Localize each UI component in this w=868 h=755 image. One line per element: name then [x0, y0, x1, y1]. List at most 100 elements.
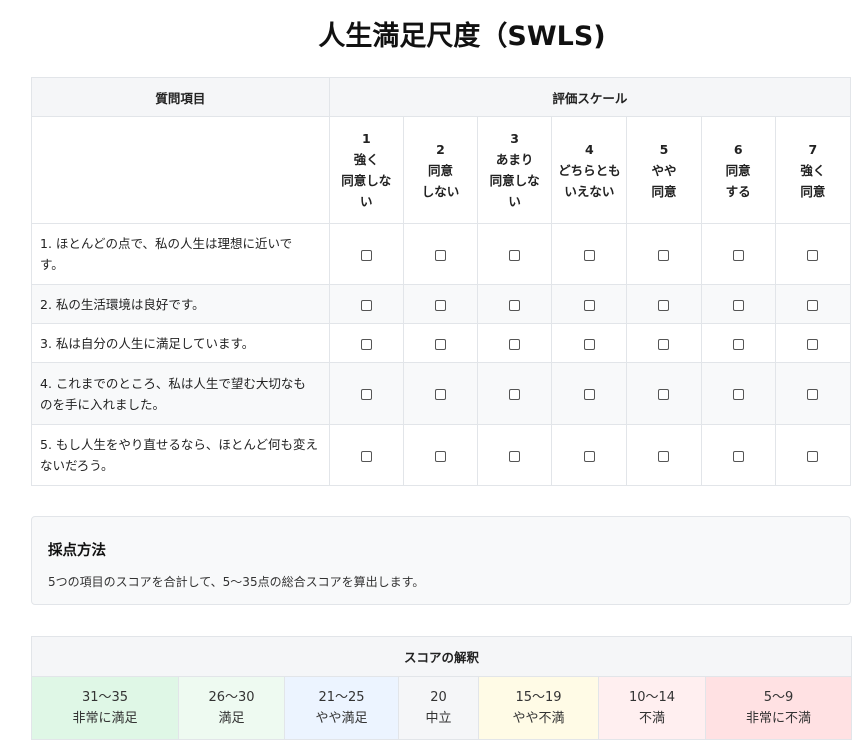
question-text: 2. 私の生活環境は良好です。 — [31, 284, 330, 324]
checkbox-empty-icon[interactable] — [509, 450, 521, 462]
checkbox-empty-icon[interactable] — [360, 389, 372, 400]
checkbox-empty-icon[interactable] — [509, 249, 521, 261]
header-question-items: 質問項目 — [31, 77, 330, 117]
checkbox-empty-icon[interactable] — [509, 299, 521, 311]
checkbox-empty-icon[interactable] — [732, 389, 744, 400]
checkbox-empty-icon[interactable] — [807, 299, 819, 311]
checkbox-empty-icon[interactable] — [360, 450, 372, 462]
score-label: 満足 — [218, 711, 245, 726]
scoring-section: 採点方法 5つの項目のスコアを合計して、5〜35点の総合スコアを算出します。 — [31, 516, 851, 605]
checkbox-empty-icon[interactable] — [658, 389, 670, 400]
checkbox-empty-icon[interactable] — [807, 249, 819, 261]
rating-cell — [328, 223, 404, 285]
checkbox-empty-icon[interactable] — [434, 338, 446, 350]
scale-number: 6 — [733, 141, 743, 157]
rating-cell — [700, 223, 776, 285]
rating-cell — [626, 323, 702, 363]
rating-cell — [700, 323, 776, 363]
checkbox-empty-icon[interactable] — [583, 389, 595, 400]
checkbox-empty-icon[interactable] — [732, 338, 744, 350]
checkbox-empty-icon[interactable] — [658, 338, 670, 350]
interpretation-range-7: 5〜9 非常に不満 — [705, 676, 852, 740]
scale-option-2: 2 同意 しない — [402, 116, 479, 224]
checkbox-empty-icon[interactable] — [658, 249, 670, 261]
checkbox-empty-icon[interactable] — [583, 299, 595, 311]
scale-option-5: 5 やや 同意 — [626, 116, 702, 224]
scale-label-line: やや — [651, 162, 677, 178]
header-rating-scale: 評価スケール — [328, 77, 852, 117]
question-text-line: 4. これまでのところ、私は人生で望む大切なも — [40, 375, 306, 391]
checkbox-empty-icon[interactable] — [583, 450, 595, 462]
rating-cell — [402, 424, 479, 486]
page-title: 人生満足尺度（SWLS) — [318, 21, 606, 52]
checkbox-empty-icon[interactable] — [583, 249, 595, 261]
checkbox-empty-icon[interactable] — [434, 299, 446, 311]
rating-cell — [477, 323, 553, 363]
rating-cell — [774, 424, 852, 486]
scale-label-line: 同意 — [427, 162, 453, 178]
checkbox-empty-icon[interactable] — [360, 299, 372, 311]
score-range: 26〜30 — [208, 690, 255, 705]
checkbox-empty-icon[interactable] — [434, 450, 446, 462]
interpretation-range-5: 15〜19 やや不満 — [478, 676, 599, 740]
scale-label-line: 同意しな — [489, 173, 540, 188]
checkbox-empty-icon[interactable] — [434, 249, 446, 261]
checkbox-empty-icon[interactable] — [807, 450, 819, 462]
checkbox-empty-icon[interactable] — [509, 389, 521, 400]
rating-cell — [551, 284, 628, 324]
checkbox-empty-icon[interactable] — [732, 249, 744, 261]
checkbox-empty-icon[interactable] — [807, 338, 819, 350]
rating-cell — [477, 223, 553, 285]
scale-blank-cell — [31, 116, 330, 224]
question-text-line: 5. もし人生をやり直せるなら、ほとんど何も変え — [40, 437, 319, 452]
scale-option-4: 4 どちらとも いえない — [551, 116, 628, 224]
interpretation-range-1: 31〜35 非常に満足 — [31, 676, 179, 740]
checkbox-empty-icon[interactable] — [658, 450, 670, 462]
checkbox-empty-icon[interactable] — [509, 338, 521, 350]
rating-cell — [402, 323, 479, 363]
checkbox-empty-icon[interactable] — [732, 299, 744, 311]
scale-option-1: 1 強く 同意しない — [328, 116, 404, 224]
question-text: 1. ほとんどの点で、私の人生は理想に近いで す。 — [31, 223, 330, 285]
scale-label-line: 同意 — [800, 183, 826, 199]
checkbox-empty-icon[interactable] — [583, 338, 595, 350]
question-row-5: 5. もし人生をやり直せるなら、ほとんど何も変え ないだろう。 — [31, 424, 852, 486]
scale-label-line: どちらとも — [558, 162, 621, 178]
checkbox-empty-icon[interactable] — [434, 389, 446, 400]
scale-label-line: い — [360, 194, 373, 209]
rating-cell — [551, 362, 628, 425]
score-range: 21〜25 — [318, 690, 365, 705]
checkbox-empty-icon[interactable] — [360, 338, 372, 350]
checkbox-empty-icon[interactable] — [360, 249, 372, 261]
survey-table: 質問項目 評価スケール 1 強く 同意しない 2 同意 しない 3 あまり 同意しない 4 どちらと… — [31, 77, 852, 486]
rating-cell — [626, 284, 702, 324]
scale-label-line: 強く — [800, 162, 826, 178]
rating-cell — [551, 424, 628, 486]
checkbox-empty-icon[interactable] — [658, 299, 670, 311]
score-label: 非常に満足 — [72, 711, 138, 726]
scale-number: 1 — [361, 131, 371, 146]
checkbox-empty-icon[interactable] — [807, 389, 819, 400]
question-text-line: のを手に入れました。 — [40, 396, 166, 412]
score-label: 不満 — [638, 711, 665, 726]
rating-cell — [402, 223, 479, 285]
interpretation-range-4: 20 中立 — [398, 676, 479, 740]
rating-cell — [328, 284, 404, 324]
rating-cell — [551, 223, 628, 285]
rating-cell — [477, 424, 553, 486]
rating-cell — [774, 362, 852, 425]
scale-number: 5 — [659, 141, 669, 157]
interpretation-table: スコアの解釈 31〜35 非常に満足 26〜30 満足 21〜25 やや満足 20 中立 15〜… — [31, 636, 852, 740]
checkbox-empty-icon[interactable] — [732, 450, 744, 462]
interpretation-title: スコアの解釈 — [31, 636, 852, 677]
interpretation-range-6: 10〜14 不満 — [598, 676, 706, 740]
rating-cell — [774, 223, 852, 285]
score-label: やや不満 — [512, 711, 565, 726]
question-row-1: 1. ほとんどの点で、私の人生は理想に近いで す。 — [31, 223, 852, 285]
scale-label-line: しない — [421, 183, 460, 199]
question-row-3: 3. 私は自分の人生に満足しています。 — [31, 323, 852, 363]
interpretation-header-row: スコアの解釈 — [31, 636, 852, 677]
question-text-line: 2. 私の生活環境は良好です。 — [40, 296, 205, 312]
score-label: 中立 — [425, 711, 452, 726]
scale-number: 3 — [510, 131, 519, 146]
